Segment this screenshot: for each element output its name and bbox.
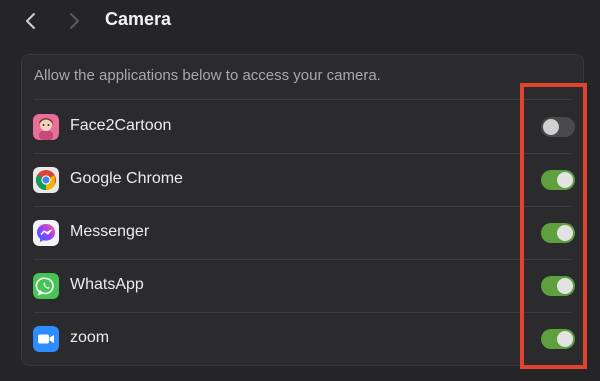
whatsapp-app-icon xyxy=(33,273,59,299)
zoom-app-icon xyxy=(33,326,59,352)
app-row-messenger: Messenger xyxy=(22,207,583,260)
page-title: Camera xyxy=(105,9,172,29)
app-name: zoom xyxy=(70,329,110,346)
panel-description: Allow the applications below to access y… xyxy=(34,67,381,84)
google-chrome-app-icon xyxy=(33,167,59,193)
back-button[interactable] xyxy=(20,9,42,33)
app-row-whatsapp: WhatsApp xyxy=(22,260,583,313)
chevron-right-icon xyxy=(70,13,79,29)
app-row-face2cartoon: Face2Cartoon xyxy=(22,101,583,154)
camera-permissions-panel: Allow the applications below to access y… xyxy=(21,54,584,366)
toolbar: Camera xyxy=(0,0,600,44)
app-name: Google Chrome xyxy=(70,170,183,187)
app-name: Face2Cartoon xyxy=(70,117,172,134)
app-row-google-chrome: Google Chrome xyxy=(22,154,583,207)
chevron-left-icon xyxy=(26,13,35,29)
forward-button[interactable] xyxy=(63,9,85,33)
app-name: WhatsApp xyxy=(70,276,144,293)
app-name: Messenger xyxy=(70,223,150,240)
face2cartoon-app-icon xyxy=(33,114,59,140)
highlight-box xyxy=(520,83,587,369)
divider xyxy=(34,99,571,100)
app-row-zoom: zoom xyxy=(22,313,583,366)
messenger-app-icon xyxy=(33,220,59,246)
